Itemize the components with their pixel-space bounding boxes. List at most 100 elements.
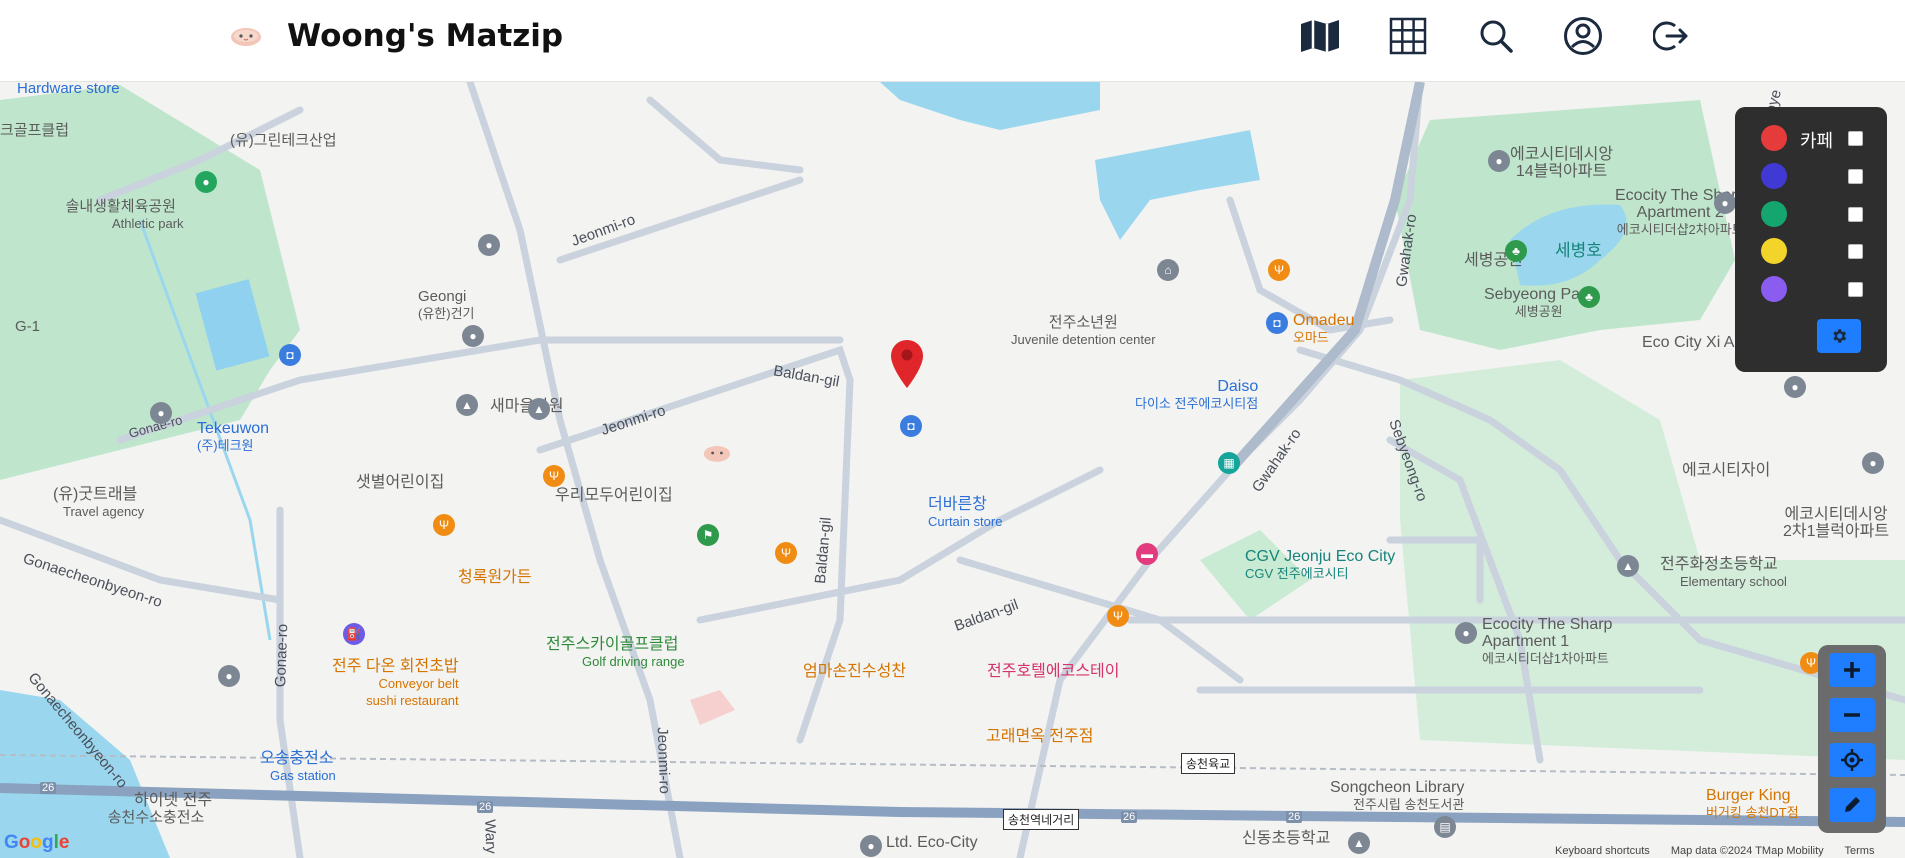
place-omadeu[interactable]: Omadeu 오마드 (1293, 312, 1354, 346)
place-skygolf[interactable]: 전주스카이골프클럽 Golf driving range (546, 636, 685, 670)
restaurant-icon[interactable]: Ψ (433, 514, 455, 536)
place-cheongrok[interactable]: 청록원가든 (458, 569, 532, 586)
filter-settings-button[interactable] (1817, 319, 1861, 353)
library-icon[interactable]: ▤ (1434, 816, 1456, 838)
museum-icon[interactable]: ⌂ (1157, 259, 1179, 281)
place-osong[interactable]: 오송충전소 Gas station (260, 750, 336, 784)
locate-button[interactable] (1829, 743, 1875, 777)
road-gonae-vert: Gonae-ro (272, 623, 292, 688)
zoom-in-button[interactable] (1829, 653, 1875, 687)
place-daiso[interactable]: Daiso 다이소 전주에코시티점 (1135, 378, 1258, 412)
shopping-icon[interactable]: ◘ (1266, 312, 1288, 334)
golf-icon[interactable]: ⚑ (697, 524, 719, 546)
place-dabareunchang[interactable]: 더바른창 Curtain store (928, 496, 1002, 530)
category-checkbox[interactable] (1848, 169, 1863, 184)
songcheon-lib-en: Songcheon Library (1330, 779, 1465, 796)
school-icon[interactable]: ▲ (1617, 555, 1639, 577)
place-sebyeong-park-en[interactable]: Sebyeong Park 세병공원 (1484, 286, 1593, 320)
tree-icon[interactable]: ♣ (1505, 240, 1527, 262)
place-pin-icon[interactable]: ● (150, 402, 172, 424)
road-jeonmi-vert: Jeonmi-ro (653, 726, 674, 795)
place-goodtravel[interactable]: (유)굿트래블 Travel agency (53, 486, 144, 520)
filter-row[interactable]: 카페 (1761, 125, 1871, 151)
place-hynet[interactable]: 하이넷 전주 송천수소충전소 (100, 792, 212, 826)
gear-icon (1833, 329, 1847, 343)
place-pin-icon[interactable]: ● (1455, 622, 1477, 644)
place-sharp1[interactable]: Ecocity The Sharp Apartment 1 에코시티더샵1차아파… (1482, 616, 1612, 667)
place-solnae-park[interactable]: 솔내생활체육공원 Athletic park (58, 198, 184, 232)
gas-station-icon[interactable]: ⛽ (343, 623, 365, 645)
terms-link[interactable]: Terms (1845, 845, 1875, 857)
place-desiang14[interactable]: 에코시티데시앙 14블럭아파트 (1510, 146, 1613, 180)
category-checkbox[interactable] (1848, 282, 1863, 297)
place-saemaeul[interactable]: 새마을자원 (490, 398, 564, 415)
place-ecocity-xi-ko[interactable]: 에코시티자이 (1682, 462, 1770, 479)
tree-icon[interactable]: ♣ (1578, 286, 1600, 308)
park-icon[interactable]: ● (195, 171, 217, 193)
place-cgv[interactable]: CGV Jeonju Eco City CGV 전주에코시티 (1245, 548, 1395, 582)
place-burger-king[interactable]: Burger King 버거킹 송천DT점 (1706, 787, 1799, 821)
category-checkbox[interactable] (1848, 131, 1863, 146)
place-eomma[interactable]: 엄마손진수성찬 (803, 663, 906, 680)
filter-row[interactable] (1761, 163, 1871, 189)
place-g1[interactable]: G-1 (15, 318, 40, 335)
cgv-en: CGV Jeonju Eco City (1245, 548, 1396, 565)
category-checkbox[interactable] (1848, 244, 1863, 259)
category-checkbox[interactable] (1848, 207, 1863, 222)
shopping-icon[interactable]: ◘ (279, 344, 301, 366)
edit-button[interactable] (1829, 788, 1875, 822)
place-hotel[interactable]: 전주호텔에코스테이 (987, 663, 1119, 680)
restaurant-icon[interactable]: Ψ (1268, 259, 1290, 281)
map-view-button[interactable] (1298, 14, 1342, 58)
place-desiang2[interactable]: 에코시티데시앙 2차1블럭아파트 (1783, 506, 1889, 540)
cinema-icon[interactable]: ▦ (1218, 452, 1240, 474)
desiang2-ko: 에코시티데시앙 (1784, 506, 1888, 523)
place-pin-icon[interactable]: ● (1488, 150, 1510, 172)
shopping-icon[interactable]: ◘ (900, 415, 922, 437)
category-color-dot (1761, 238, 1787, 264)
place-sebyeong-lake[interactable]: 세병호 (1555, 242, 1602, 259)
place-dawon-sushi[interactable]: 전주 다온 회전초밥 Conveyor belt sushi restauran… (332, 658, 459, 709)
place-pin-icon[interactable]: ● (1784, 376, 1806, 398)
keyboard-shortcuts-link[interactable]: Keyboard shortcuts (1555, 845, 1650, 857)
place-hardware-store[interactable]: Hardware store (17, 82, 120, 97)
logo-marker-icon[interactable] (703, 443, 731, 463)
restaurant-icon[interactable]: Ψ (1107, 605, 1129, 627)
hotel-icon[interactable]: ▬ (1136, 543, 1158, 565)
grid-icon (1389, 17, 1427, 55)
school-icon[interactable]: ▲ (528, 398, 550, 420)
school-icon[interactable]: ▲ (456, 394, 478, 416)
map-canvas[interactable]: Hardware store 크골프클럽 (유)그린테크산업 솔내생활체육공원 … (0, 82, 1905, 858)
zoom-out-button[interactable] (1829, 698, 1875, 732)
location-marker-icon[interactable] (891, 340, 923, 388)
restaurant-icon[interactable]: Ψ (543, 465, 565, 487)
place-sindong[interactable]: 신동초등학교 (1242, 830, 1330, 847)
place-ltd-eco[interactable]: Ltd. Eco-City (886, 834, 978, 851)
place-urimodu[interactable]: 우리모두어린이집 (555, 487, 673, 504)
place-pin-icon[interactable]: ● (218, 665, 240, 687)
place-pin-icon[interactable]: ● (1862, 452, 1884, 474)
place-golf-club-left[interactable]: 크골프클럽 (0, 122, 69, 139)
place-saetbyeol[interactable]: 샛별어린이집 (356, 474, 444, 491)
place-tekeuwon[interactable]: Tekeuwon (주)테크원 (197, 420, 269, 454)
place-pin-icon[interactable]: ● (478, 234, 500, 256)
place-pin-icon[interactable]: ● (860, 835, 882, 857)
place-pin-icon[interactable]: ● (462, 325, 484, 347)
profile-button[interactable] (1561, 14, 1605, 58)
filter-row[interactable] (1761, 201, 1871, 227)
category-label: 카페 (1800, 131, 1834, 151)
restaurant-icon[interactable]: Ψ (775, 542, 797, 564)
place-goraemyeon[interactable]: 고래면옥 전주점 (986, 728, 1094, 745)
place-jeonju-youth[interactable]: 전주소년원 Juvenile detention center (1011, 314, 1156, 348)
grid-view-button[interactable] (1386, 14, 1430, 58)
filter-row[interactable] (1761, 238, 1871, 264)
place-greentech[interactable]: (유)그린테크산업 (230, 132, 337, 149)
search-button[interactable] (1474, 14, 1518, 58)
school-icon[interactable]: ▲ (1348, 832, 1370, 854)
filter-row[interactable] (1761, 276, 1871, 302)
place-songcheon-library[interactable]: Songcheon Library 전주시립 송천도서관 (1330, 779, 1464, 813)
place-pin-icon[interactable]: ● (1714, 192, 1736, 214)
logout-button[interactable] (1649, 14, 1693, 58)
place-hwajeong[interactable]: 전주화정초등학교 Elementary school (1660, 556, 1787, 590)
place-geongi[interactable]: Geongi (유한)건기 (418, 288, 475, 322)
